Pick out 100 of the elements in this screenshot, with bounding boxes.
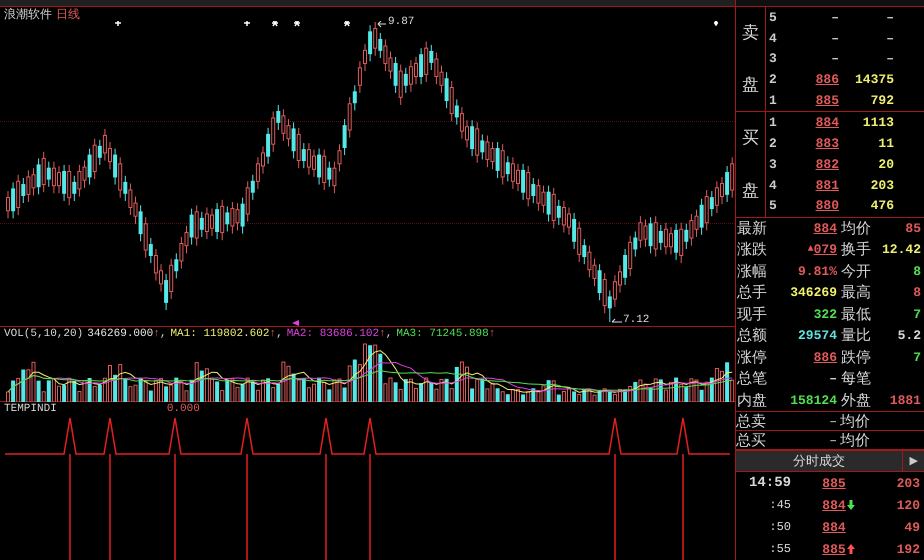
trend-arrow: ↑ (379, 329, 386, 340)
candlestick (164, 274, 168, 311)
next-button[interactable]: ▶ (902, 451, 924, 471)
tick-time: :50 (768, 521, 791, 533)
candlestick (608, 290, 612, 323)
volume-indicator-name: VOL(5,10,20) (4, 329, 84, 340)
stat-label: 今开 (840, 264, 872, 279)
bid-ask-price: 881 (814, 178, 839, 192)
trend-arrow: ↑ (153, 329, 160, 340)
stat-label: 内盘 (736, 392, 768, 408)
candlestick (317, 148, 322, 186)
stat-label: 均价 (840, 220, 872, 236)
trend-arrow: ↑ (269, 329, 276, 340)
candlestick (582, 238, 586, 265)
candlestick (496, 142, 500, 179)
candlestick (725, 166, 730, 203)
candlestick (444, 72, 449, 109)
candlestick (46, 161, 51, 188)
bid-ask-price: – (830, 32, 839, 45)
order-volume: 203 (870, 178, 894, 192)
separator: , (160, 329, 166, 340)
candlestick (419, 48, 424, 85)
candlestick (394, 56, 398, 94)
stat-value: 7 (913, 308, 921, 321)
trend-arrow: ↑ (488, 329, 496, 340)
stat-value: 1881 (890, 394, 921, 407)
stat-label: 均价 (840, 432, 870, 448)
stat-label: 外盘 (840, 392, 872, 408)
stat-value: 884 (814, 222, 837, 235)
stat-label: 最低 (840, 306, 872, 322)
tick-time: :55 (768, 543, 791, 555)
high-price-label: 9.87 (388, 17, 414, 28)
bid-ask-price: – (830, 52, 839, 66)
candlestick (138, 204, 143, 242)
candlestick (327, 161, 332, 188)
tick-price: 884 (822, 498, 846, 512)
candlestick (148, 238, 153, 264)
up-triangle-icon: ▲ (808, 244, 814, 255)
stat-label: 最新 (736, 220, 768, 236)
tick-price: 885 (822, 476, 846, 490)
low-price-label: 7.12 (623, 315, 650, 326)
candlestick (342, 118, 347, 156)
candlestick (302, 142, 306, 169)
candlestick (358, 60, 362, 94)
plus-marker-icon (115, 21, 121, 26)
candlestick (6, 190, 10, 219)
candlestick (506, 156, 510, 182)
bid-ask-price: 883 (814, 136, 839, 150)
candlestick (623, 248, 628, 286)
stock-name: 浪潮软件 (4, 8, 52, 20)
plus-marker-icon (244, 21, 250, 26)
star-marker-icon (294, 21, 300, 26)
tick-volume: 203 (896, 476, 920, 490)
candlestick (572, 212, 576, 250)
tick-volume: 192 (896, 542, 920, 556)
stat-label: 换手 (840, 242, 872, 258)
order-volume: 1113 (862, 116, 894, 129)
order-volume: – (885, 10, 894, 24)
candlestick (454, 98, 459, 126)
diamond-marker-icon (714, 21, 718, 26)
stat-label: 最高 (840, 285, 872, 300)
candlestick (480, 134, 484, 160)
candlestick (266, 127, 270, 164)
candlestick (98, 139, 102, 166)
stat-value: 29574 (798, 329, 837, 342)
candlestick (190, 208, 194, 246)
candlestick (72, 175, 76, 202)
order-volume: 20 (877, 158, 894, 171)
bid-ask-price: 886 (814, 73, 839, 86)
level-number: 4 (769, 178, 778, 192)
candlestick (174, 252, 178, 279)
candlestick (225, 206, 230, 232)
tick-price: 885 (822, 542, 846, 556)
candlestick (123, 175, 128, 202)
candlestick (292, 122, 296, 159)
panel-title: 分时成交 (792, 452, 846, 470)
candlestick (352, 84, 357, 111)
candlestick (338, 144, 342, 172)
stat-label: 涨幅 (736, 264, 768, 279)
stat-label: 总额 (736, 328, 768, 344)
candlestick (200, 211, 204, 238)
period-label: 日线 (56, 8, 80, 20)
level-number: 1 (769, 94, 778, 107)
bid-ask-price: 885 (814, 94, 839, 107)
stat-label: 总买 (736, 432, 767, 448)
tick-time: 14:59 (748, 476, 791, 490)
bid-ask-price: – (830, 10, 839, 24)
stat-value: 9.81% (798, 264, 837, 278)
bid-ask-price: 880 (814, 199, 839, 212)
stat-value: 7 (913, 350, 921, 364)
candlestick (598, 264, 602, 301)
stat-value: 886 (814, 350, 837, 364)
level-number: 1 (769, 116, 778, 129)
tick-volume: 120 (896, 498, 920, 512)
candlestick (368, 24, 372, 62)
tick-price: 884 (822, 520, 846, 534)
tick-volume: 49 (903, 520, 920, 534)
stat-value: 079 (814, 243, 837, 256)
stat-label: 每笔 (840, 371, 872, 386)
candlestick (531, 178, 536, 204)
